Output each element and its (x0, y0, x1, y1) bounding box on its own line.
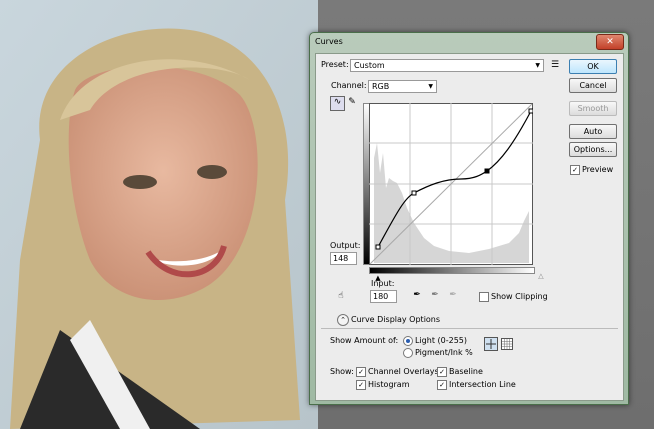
baseline-checkbox[interactable]: ✓ (437, 367, 447, 377)
preview-checkbox[interactable]: ✓ (570, 165, 580, 175)
auto-button[interactable]: Auto (569, 124, 617, 139)
curve-point[interactable] (411, 190, 417, 196)
display-options-label: Curve Display Options (351, 315, 441, 324)
input-label: Input: (371, 279, 395, 288)
dialog-client-area: Preset: Custom ▼ ☰ Channel: RGB ▼ ∿ ✎ ▲ … (315, 53, 624, 401)
preview-label: Preview (582, 165, 614, 174)
white-point-slider[interactable]: △ (537, 271, 545, 281)
light-radio[interactable] (403, 336, 413, 346)
checkmark-icon: ✓ (439, 381, 445, 389)
black-point-eyedropper-icon[interactable]: ✒ (412, 290, 422, 300)
close-icon: ✕ (606, 37, 614, 47)
curve-point-selected[interactable] (484, 168, 490, 174)
input-field[interactable]: 180 (370, 290, 397, 303)
grid-4x4-icon[interactable] (484, 337, 498, 351)
intersection-line-checkbox[interactable]: ✓ (437, 380, 447, 390)
close-button[interactable]: ✕ (596, 34, 624, 50)
white-point-eyedropper-icon[interactable]: ✒ (448, 290, 458, 300)
light-label: Light (0-255) (415, 336, 467, 345)
preset-menu-icon[interactable]: ☰ (549, 60, 561, 70)
curve-point[interactable] (375, 244, 381, 250)
on-image-adjust-icon[interactable]: ☝ (334, 291, 348, 301)
intersection-line-label: Intersection Line (449, 380, 516, 389)
show-clipping-label: Show Clipping (491, 292, 548, 301)
portrait-image (0, 0, 318, 429)
channel-overlays-checkbox[interactable]: ✓ (356, 367, 366, 377)
pigment-radio[interactable] (403, 348, 413, 358)
chevron-up-icon[interactable]: ⌃ (337, 314, 349, 326)
checkmark-icon: ✓ (439, 368, 445, 376)
output-field[interactable]: 148 (330, 252, 357, 265)
chevron-down-icon: ▼ (428, 83, 433, 90)
curves-dialog: Curves ✕ Preset: Custom ▼ ☰ Channel: RGB… (309, 32, 629, 405)
curves-graph[interactable] (369, 103, 533, 265)
checkmark-icon: ✓ (572, 166, 578, 174)
pigment-label: Pigment/Ink % (415, 348, 473, 357)
pencil-icon[interactable]: ✎ (347, 97, 357, 107)
channel-label: Channel: (331, 81, 367, 90)
input-value: 180 (373, 292, 389, 301)
channel-value: RGB (372, 82, 390, 91)
channel-select[interactable]: RGB ▼ (368, 80, 437, 93)
histogram-checkbox[interactable]: ✓ (356, 380, 366, 390)
output-label: Output: (330, 241, 361, 250)
show-amount-label: Show Amount of: (330, 336, 399, 345)
divider (321, 328, 618, 329)
dialog-title: Curves (315, 37, 343, 46)
background-photo (0, 0, 319, 429)
grid-10x10-icon[interactable] (501, 338, 513, 350)
checkmark-icon: ✓ (358, 381, 364, 389)
ok-button[interactable]: OK (569, 59, 617, 74)
curve-point[interactable] (528, 108, 533, 114)
chevron-down-icon: ▼ (535, 62, 540, 69)
curve-point-tool-icon[interactable]: ∿ (330, 96, 345, 111)
show-label: Show: (330, 367, 354, 376)
output-value: 148 (333, 254, 349, 263)
preset-select[interactable]: Custom ▼ (350, 59, 544, 72)
gray-point-eyedropper-icon[interactable]: ✒ (430, 290, 440, 300)
preset-value: Custom (354, 61, 385, 70)
smooth-button[interactable]: Smooth (569, 101, 617, 116)
input-gradient-bar (369, 267, 535, 274)
checkmark-icon: ✓ (358, 368, 364, 376)
dialog-titlebar[interactable]: Curves ✕ (310, 33, 628, 53)
options-button[interactable]: Options... (569, 142, 617, 157)
cancel-button[interactable]: Cancel (569, 78, 617, 93)
show-clipping-checkbox[interactable] (479, 292, 489, 302)
channel-overlays-label: Channel Overlays (368, 367, 439, 376)
preset-label: Preset: (321, 60, 349, 69)
histogram-label: Histogram (368, 380, 410, 389)
baseline-label: Baseline (449, 367, 483, 376)
